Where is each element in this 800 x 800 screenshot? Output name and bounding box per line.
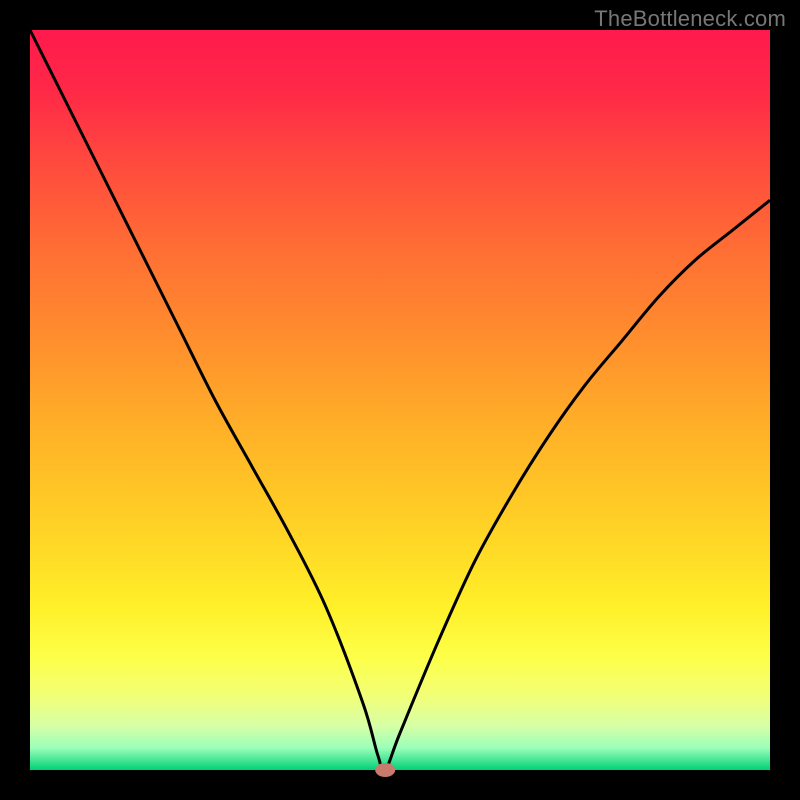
optimal-point-marker — [375, 763, 395, 777]
chart-outer-frame: TheBottleneck.com — [0, 0, 800, 800]
plot-background — [30, 30, 770, 770]
bottleneck-chart — [0, 0, 800, 800]
